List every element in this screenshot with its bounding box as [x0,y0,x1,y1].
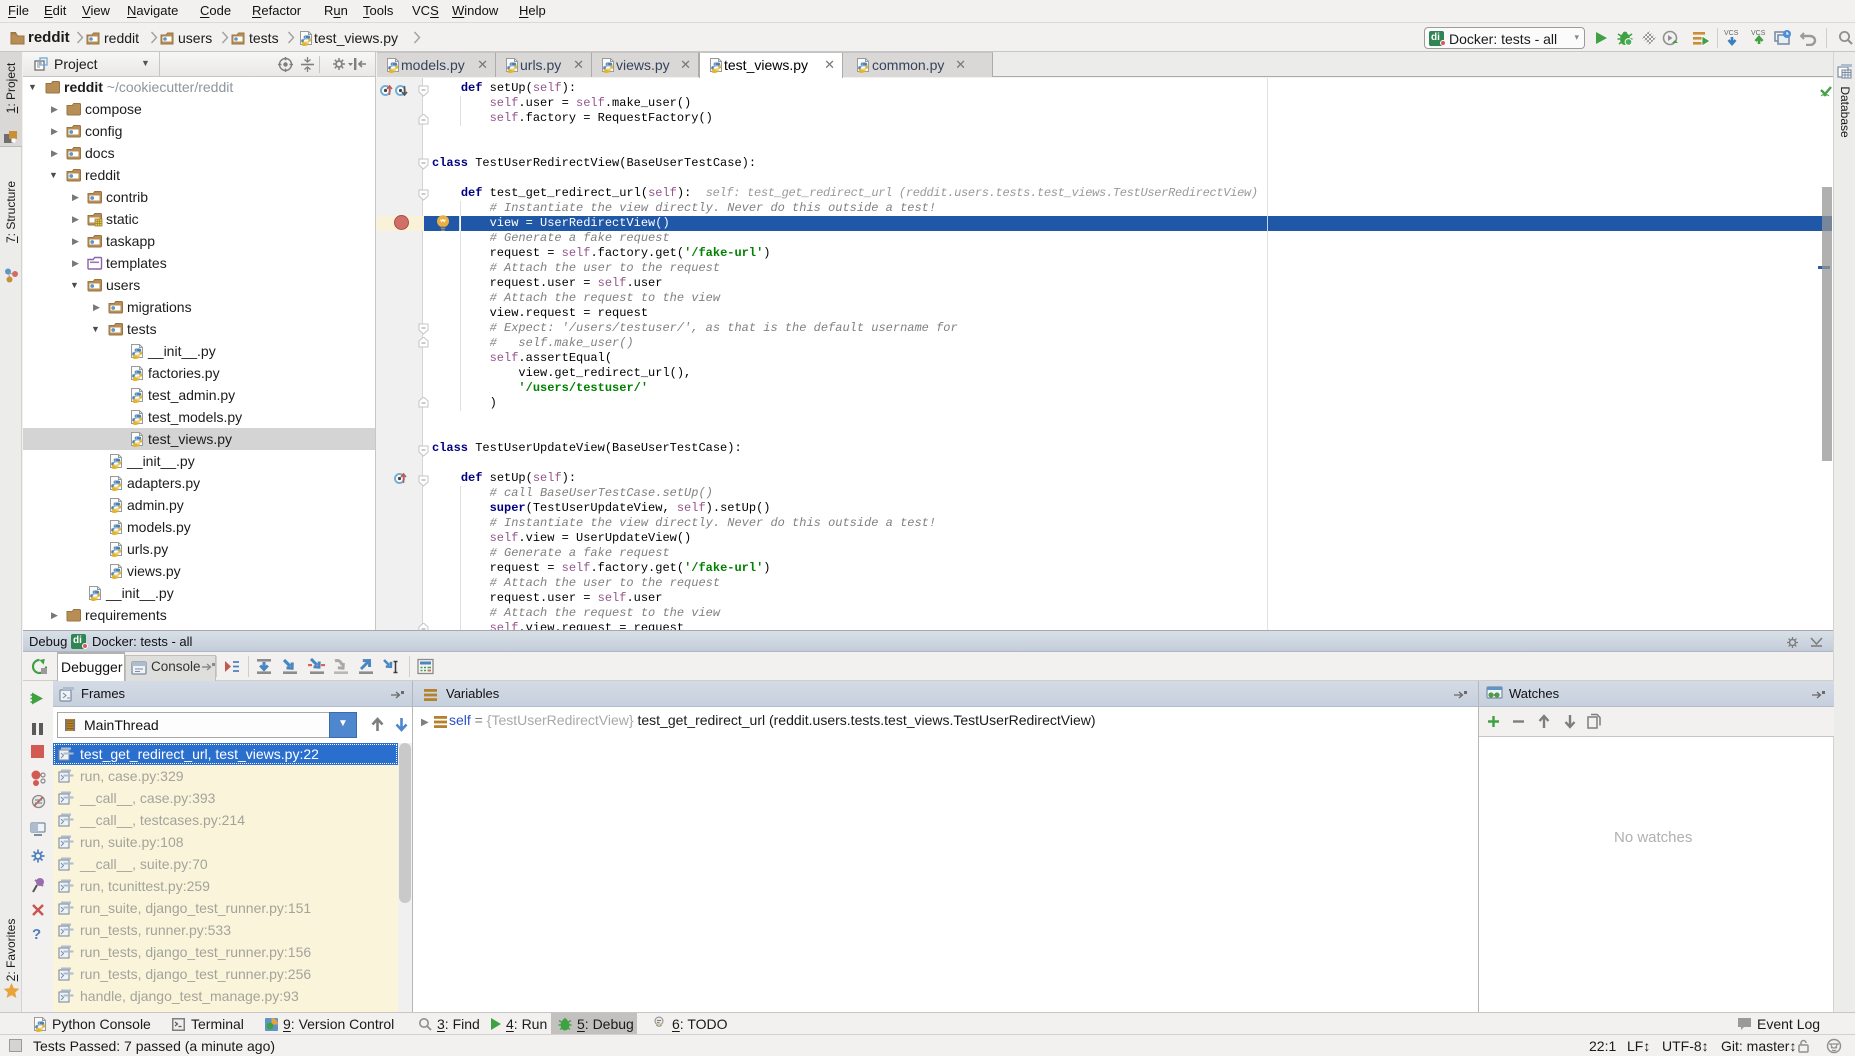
svg-text:VCS: VCS [1724,30,1739,37]
